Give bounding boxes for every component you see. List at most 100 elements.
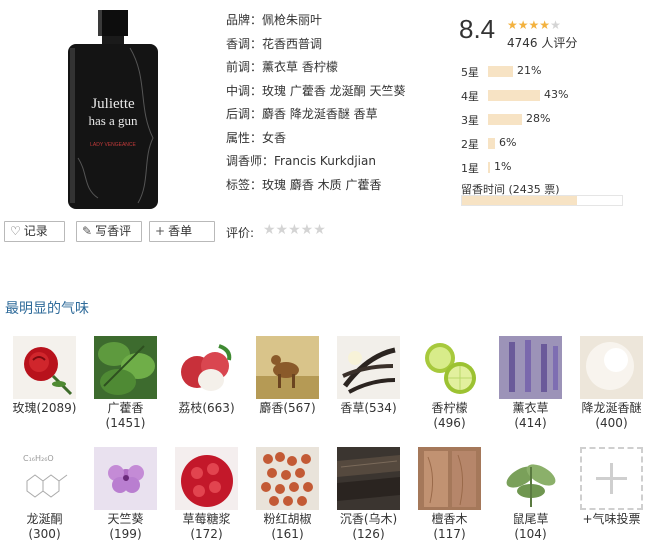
- note-name: 薰衣草: [512, 401, 549, 415]
- distribution-percent: 43%: [544, 88, 569, 101]
- distribution-percent: 28%: [526, 112, 551, 125]
- info-row: 品牌：佩枪朱丽叶: [226, 10, 446, 34]
- distribution-row: 3星 28%: [461, 108, 631, 132]
- info-key: 后调：: [226, 107, 263, 121]
- add-icon: [580, 447, 643, 510]
- info-value: 花香西普调: [262, 36, 323, 51]
- info-row: 香调：花香西普调: [226, 34, 446, 58]
- note-name: 麝香(567): [259, 401, 316, 415]
- info-key: 香调：: [226, 36, 263, 51]
- note-name: 香草(534): [340, 401, 397, 415]
- note-count: (172): [190, 527, 223, 541]
- note-name: 广藿香: [107, 401, 144, 415]
- note-name: +气味投票: [582, 512, 641, 526]
- longevity-bar: [461, 195, 623, 206]
- lavender-icon: [499, 336, 562, 399]
- note-name: 天竺葵: [107, 512, 144, 526]
- distribution-bar: [488, 90, 540, 101]
- note-item[interactable]: C₁₆H₂₆O 龙涎酮 (300): [4, 447, 85, 542]
- note-count: (300): [28, 527, 61, 541]
- note-item[interactable]: 檀香木 (117): [409, 447, 490, 542]
- note-item[interactable]: 天竺葵 (199): [85, 447, 166, 542]
- info-row: 中调：玫瑰 广藿香 龙涎酮 天竺葵: [226, 81, 446, 105]
- note-item[interactable]: 粉红胡椒 (161): [247, 447, 328, 542]
- note-name: 草莓糖浆: [182, 512, 231, 526]
- note-item[interactable]: 玫瑰(2089): [4, 336, 85, 416]
- note-count: (117): [433, 527, 466, 541]
- info-value: Francis Kurkdjian: [274, 154, 376, 168]
- info-value: 薰衣草 香柠檬: [262, 60, 338, 74]
- note-name: 降龙涎香醚: [581, 401, 642, 415]
- note-count: (1451): [105, 416, 146, 430]
- note-count: (126): [352, 527, 385, 541]
- sandalwood-icon: [418, 447, 481, 510]
- info-key: 调香师：: [226, 154, 275, 168]
- note-count: (414): [514, 416, 547, 430]
- add-to-list-button[interactable]: + 香单: [149, 221, 215, 242]
- deer-icon: [256, 336, 319, 399]
- note-item[interactable]: 薰衣草 (414): [490, 336, 571, 431]
- star-icon: ★: [528, 18, 540, 32]
- note-name: 鼠尾草: [512, 512, 549, 526]
- plus-icon: +: [155, 224, 166, 238]
- info-value: 玫瑰 麝香 木质 广藿香: [262, 177, 382, 192]
- patchouli-icon: [94, 336, 157, 399]
- distribution-row: 2星 6%: [461, 132, 631, 156]
- info-row: 标签：玫瑰 麝香 木质 广藿香: [226, 175, 446, 199]
- info-value: 玫瑰 广藿香 龙涎酮 天竺葵: [262, 83, 406, 98]
- note-item[interactable]: 降龙涎香醚 (400): [571, 336, 648, 431]
- distribution-bar: [488, 114, 522, 125]
- distribution-row: 5星 21%: [461, 60, 631, 84]
- molecule-icon: C₁₆H₂₆O: [13, 447, 76, 510]
- longevity-fill: [462, 196, 578, 205]
- note-count: (199): [109, 527, 142, 541]
- info-key: 品牌：: [226, 13, 263, 27]
- note-name: 龙涎酮: [26, 512, 63, 526]
- record-button[interactable]: ♡ 记录: [4, 221, 65, 242]
- bottle-label-line1: Juliette: [91, 96, 135, 112]
- rating-distribution: 5星 21% 4星 43% 3星 28% 2星 6% 1星 1%: [461, 60, 631, 180]
- ambroxan-icon: [580, 336, 643, 399]
- note-name: 沉香(乌木): [339, 512, 398, 526]
- note-item[interactable]: 草莓糖浆 (172): [166, 447, 247, 542]
- info-key: 属性：: [226, 130, 263, 145]
- note-item[interactable]: 鼠尾草 (104): [490, 447, 571, 542]
- note-item[interactable]: 香柠檬 (496): [409, 336, 490, 431]
- rating-stars: ★★★★★: [507, 18, 561, 32]
- svg-text:C₁₆H₂₆O: C₁₆H₂₆O: [23, 454, 54, 463]
- note-item[interactable]: 广藿香 (1451): [85, 336, 166, 431]
- distribution-label: 3星: [461, 114, 479, 127]
- bergamot-icon: [418, 336, 481, 399]
- info-value: 麝香 降龙涎香醚 香草: [262, 107, 378, 121]
- star-icon: ★: [539, 18, 551, 32]
- perfume-info-list: 品牌：佩枪朱丽叶 香调：花香西普调 前调：薰衣草 香柠檬 中调：玫瑰 广藿香 龙涎酮 …: [226, 10, 446, 198]
- info-row: 前调：薰衣草 香柠檬: [226, 57, 446, 81]
- note-count: (104): [514, 527, 547, 541]
- info-value: 女香: [262, 130, 287, 145]
- note-name: 香柠檬: [431, 401, 468, 415]
- geranium-icon: [94, 447, 157, 510]
- distribution-row: 1星 1%: [461, 156, 631, 180]
- note-item[interactable]: 麝香(567): [247, 336, 328, 416]
- sage-icon: [499, 447, 562, 510]
- distribution-percent: 6%: [499, 136, 517, 149]
- strawberry-syrup-icon: [175, 447, 238, 510]
- rose-icon: [13, 336, 76, 399]
- distribution-row: 4星 43%: [461, 84, 631, 108]
- pencil-icon: ✎: [82, 224, 93, 238]
- section-title: 最明显的气味: [5, 301, 89, 317]
- rate-label: 评价:: [226, 226, 255, 240]
- star-icon: ★: [550, 18, 561, 32]
- distribution-bar: [488, 138, 495, 149]
- note-name: 檀香木: [431, 512, 468, 526]
- note-item[interactable]: 荔枝(663): [166, 336, 247, 416]
- user-rating-stars[interactable]: ★★★★★: [263, 222, 326, 238]
- info-value: 佩枪朱丽叶: [262, 13, 323, 27]
- write-review-button[interactable]: ✎ 写香评: [76, 221, 142, 242]
- perfume-bottle-image: Juliette has a gun LADY VENGEANCE: [58, 8, 168, 213]
- vote-scent-button[interactable]: +气味投票: [571, 447, 648, 527]
- bottle-label-line2: has a gun: [88, 113, 138, 128]
- pink-pepper-icon: [256, 447, 319, 510]
- note-item[interactable]: 香草(534): [328, 336, 409, 416]
- note-item[interactable]: 沉香(乌木) (126): [328, 447, 409, 542]
